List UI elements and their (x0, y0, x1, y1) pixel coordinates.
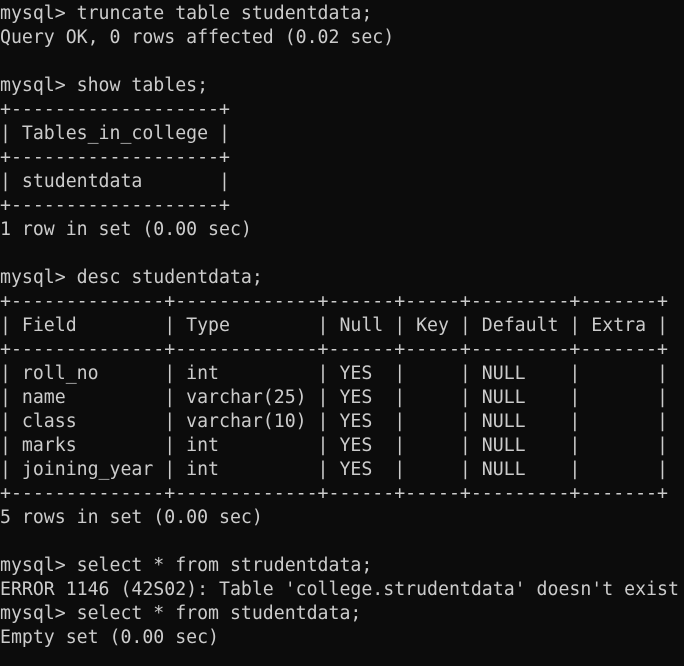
command-line: mysql> truncate table studentdata; (0, 3, 373, 24)
output-line: Empty set (0.00 sec) (0, 627, 219, 648)
table-border: +-------------------+ (0, 195, 230, 216)
table-border: +-------------------+ (0, 147, 230, 168)
table-header: | Field | Type | Null | Key | Default | … (0, 315, 668, 336)
table-row: | roll_no | int | YES | | NULL | | (0, 363, 668, 384)
table-row: | studentdata | (0, 171, 230, 192)
output-line: Query OK, 0 rows affected (0.02 sec) (0, 27, 395, 48)
table-row: | joining_year | int | YES | | NULL | | (0, 459, 668, 480)
command-line: mysql> show tables; (0, 75, 209, 96)
table-border: +-------------------+ (0, 99, 230, 120)
error-line: ERROR 1146 (42S02): Table 'college.strud… (0, 579, 679, 600)
output-line: 5 rows in set (0.00 sec) (0, 507, 263, 528)
table-border: +--------------+-------------+------+---… (0, 291, 668, 312)
table-border: +--------------+-------------+------+---… (0, 483, 668, 504)
command-line: mysql> select * from studentdata; (0, 603, 362, 624)
command-line: mysql> select * from strudentdata; (0, 555, 373, 576)
table-border: +--------------+-------------+------+---… (0, 339, 668, 360)
table-header: | Tables_in_college | (0, 123, 230, 144)
table-row: | marks | int | YES | | NULL | | (0, 435, 668, 456)
output-line: 1 row in set (0.00 sec) (0, 219, 252, 240)
table-row: | class | varchar(10) | YES | | NULL | | (0, 411, 668, 432)
table-row: | name | varchar(25) | YES | | NULL | | (0, 387, 668, 408)
terminal-window[interactable]: mysql> truncate table studentdata; Query… (0, 0, 684, 666)
command-line: mysql> desc studentdata; (0, 267, 263, 288)
